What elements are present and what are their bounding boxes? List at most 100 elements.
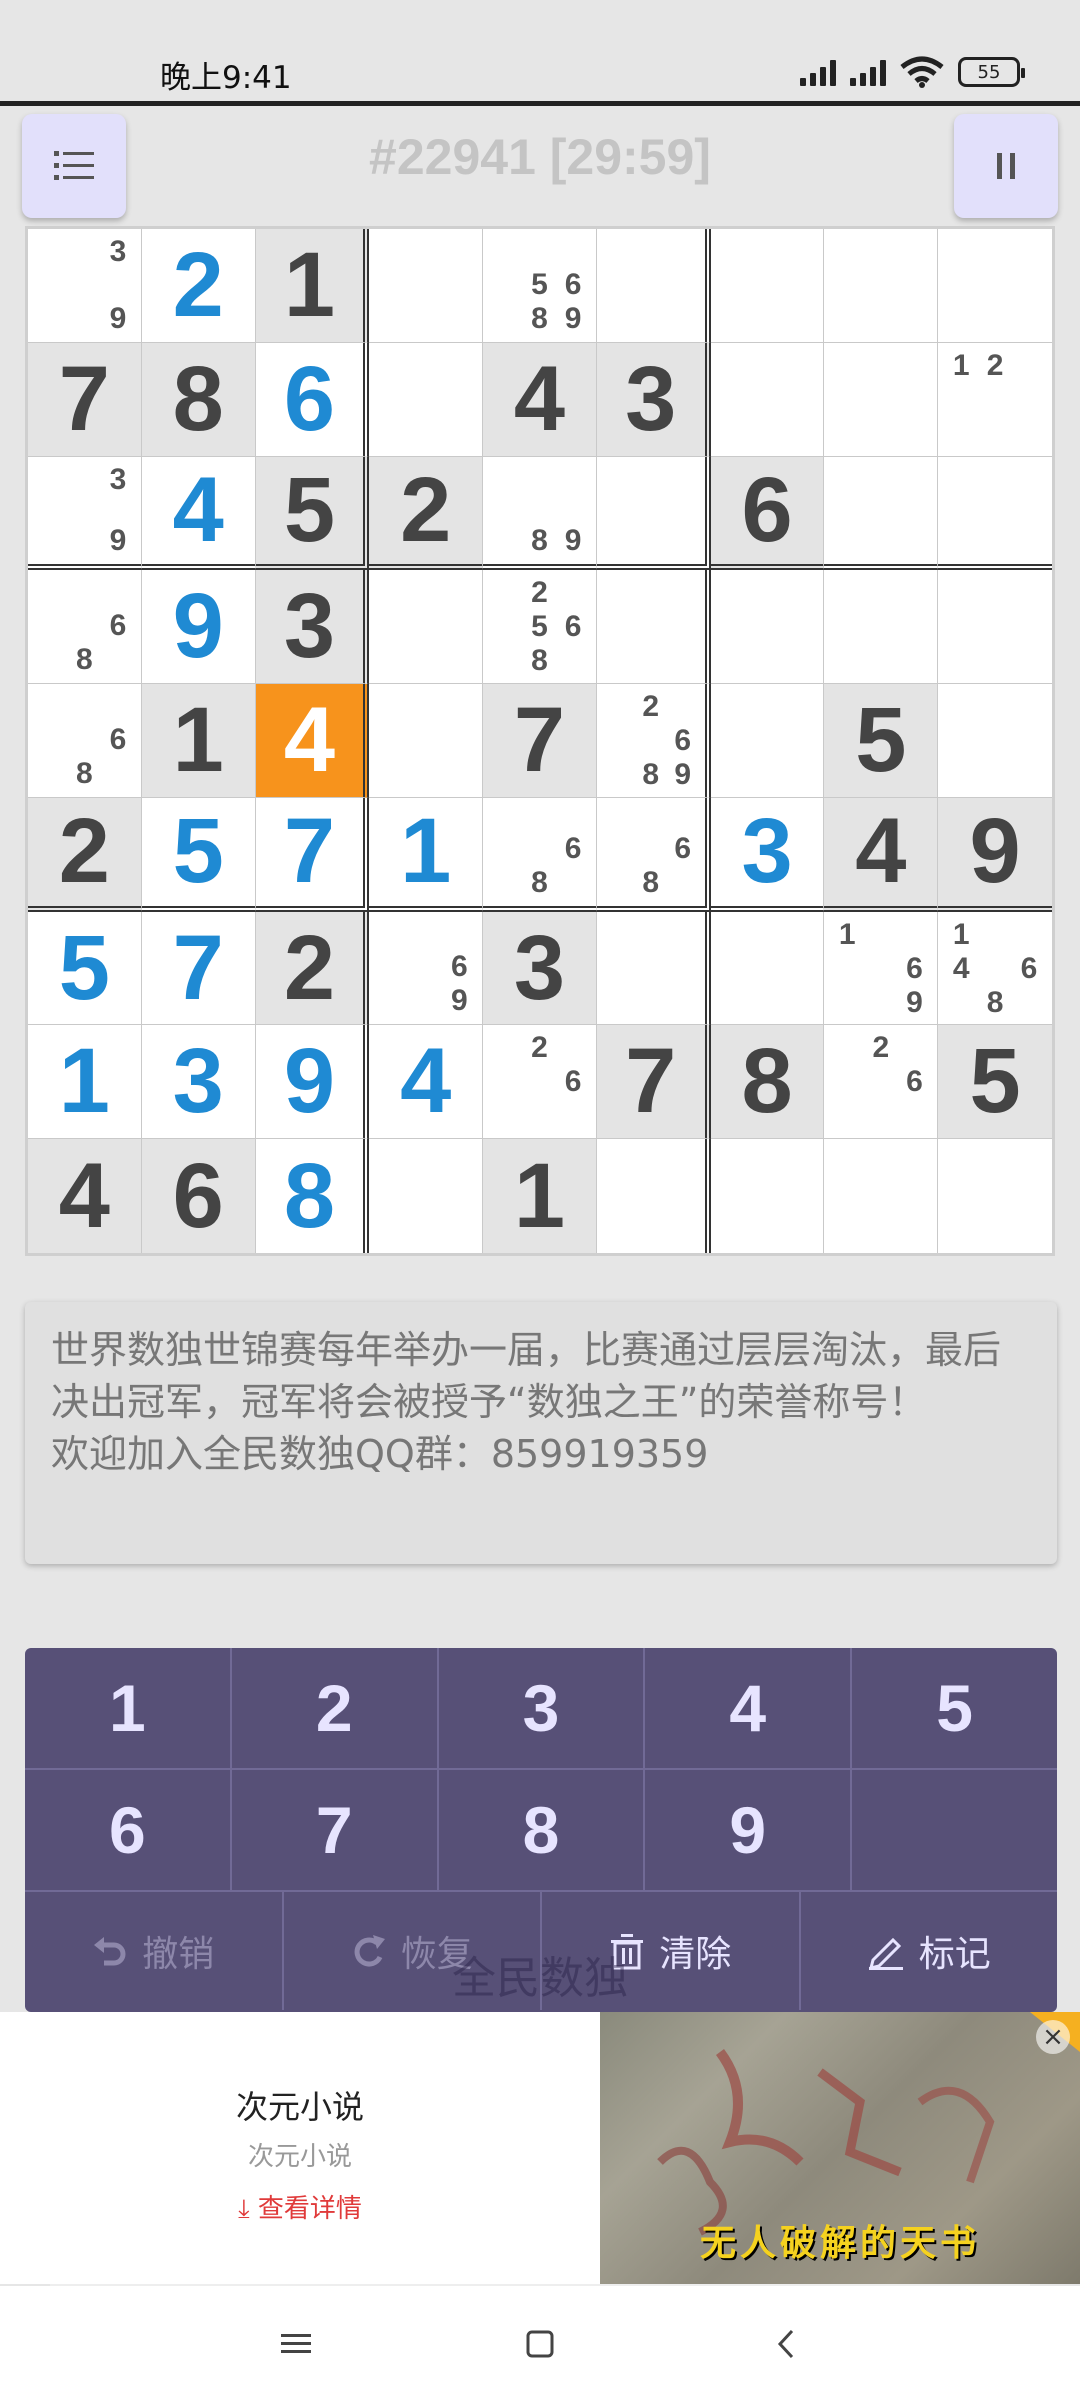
cell-r9c1[interactable]: 4: [28, 1139, 142, 1253]
cell-r3c9[interactable]: [938, 457, 1052, 571]
key-4[interactable]: 4: [645, 1648, 853, 1768]
cell-r8c1[interactable]: 1: [28, 1025, 142, 1140]
cell-r2c5[interactable]: 4: [483, 342, 597, 457]
key-1[interactable]: 1: [25, 1648, 232, 1768]
key-9[interactable]: 9: [645, 1770, 853, 1890]
cell-r7c8[interactable]: 1 69: [824, 911, 939, 1026]
cell-r5c3[interactable]: 4: [255, 684, 370, 798]
cell-r8c7[interactable]: 8: [710, 1025, 825, 1140]
ad-image[interactable]: 无人破解的天书 ×: [600, 2012, 1080, 2284]
cell-r4c9[interactable]: [938, 570, 1052, 685]
cell-r1c9[interactable]: [938, 229, 1052, 343]
cell-r8c3[interactable]: 9: [255, 1025, 370, 1140]
cell-r4c3[interactable]: 3: [255, 570, 370, 685]
cell-r7c6[interactable]: [596, 911, 711, 1026]
cell-r6c9[interactable]: 9: [938, 797, 1052, 912]
cell-r4c8[interactable]: [824, 570, 939, 685]
cell-r4c1[interactable]: 68: [28, 570, 142, 685]
cell-r6c2[interactable]: 5: [141, 797, 256, 912]
cell-r7c7[interactable]: [710, 911, 825, 1026]
undo-button[interactable]: 撤销: [25, 1892, 284, 2010]
pause-button[interactable]: [954, 114, 1058, 218]
cell-r3c1[interactable]: 39: [28, 456, 142, 571]
back-button[interactable]: [756, 2322, 816, 2366]
cell-r4c4[interactable]: [369, 570, 484, 685]
cell-r3c2[interactable]: 4: [141, 456, 256, 571]
key-3[interactable]: 3: [439, 1648, 646, 1768]
cell-r2c9[interactable]: 12: [938, 343, 1052, 457]
cell-r6c6[interactable]: 68: [596, 797, 711, 912]
cell-r6c7[interactable]: 3: [710, 797, 825, 912]
cell-r8c4[interactable]: 4: [369, 1025, 484, 1140]
cell-r7c5[interactable]: 3: [483, 911, 597, 1026]
cell-r4c2[interactable]: 9: [141, 570, 256, 685]
cell-r3c4[interactable]: 2: [369, 456, 484, 571]
cell-r5c6[interactable]: 2689: [596, 684, 711, 798]
cell-r9c4[interactable]: [369, 1139, 484, 1253]
cell-r1c8[interactable]: [824, 229, 939, 343]
cell-r3c5[interactable]: 89: [483, 456, 597, 571]
cell-r6c5[interactable]: 68: [483, 797, 597, 912]
cell-r2c6[interactable]: 3: [596, 342, 711, 457]
cell-r7c1[interactable]: 5: [28, 911, 142, 1026]
cell-r5c9[interactable]: [938, 684, 1052, 798]
key-5[interactable]: 5: [852, 1648, 1057, 1768]
cell-r9c6[interactable]: [597, 1139, 711, 1253]
cell-r2c1[interactable]: 7: [28, 342, 142, 457]
cell-r3c8[interactable]: [824, 456, 939, 571]
cell-r1c4[interactable]: [369, 229, 484, 343]
cell-r1c2[interactable]: 2: [141, 229, 256, 343]
cell-r9c5[interactable]: 1: [483, 1139, 597, 1253]
cell-r2c8[interactable]: [824, 342, 939, 457]
cell-r5c5[interactable]: 7: [483, 684, 597, 798]
cell-r3c7[interactable]: 6: [710, 456, 825, 571]
cell-r4c7[interactable]: [710, 570, 825, 685]
cell-r5c1[interactable]: 68: [28, 684, 142, 798]
cell-r2c2[interactable]: 8: [141, 342, 256, 457]
cell-r8c2[interactable]: 3: [141, 1025, 256, 1140]
cell-r3c3[interactable]: 5: [255, 456, 370, 571]
cell-r8c5[interactable]: 26: [483, 1025, 597, 1140]
cell-r2c3[interactable]: 6: [255, 342, 370, 457]
cell-r6c8[interactable]: 4: [824, 797, 939, 912]
cell-r6c4[interactable]: 1: [369, 797, 484, 912]
cell-r1c1[interactable]: 39: [28, 229, 142, 343]
key-2[interactable]: 2: [232, 1648, 439, 1768]
cell-r4c6[interactable]: [596, 570, 711, 685]
ad-banner[interactable]: 次元小说 次元小说 ⤓ 查看详情 无人破解的天书 ×: [0, 2012, 1080, 2284]
recents-button[interactable]: [266, 2322, 326, 2366]
cell-r1c5[interactable]: 5689: [483, 229, 597, 343]
cell-r8c8[interactable]: 26: [824, 1025, 939, 1140]
close-icon[interactable]: ×: [1036, 2020, 1070, 2054]
cell-r1c3[interactable]: 1: [255, 229, 370, 343]
cell-r8c6[interactable]: 7: [596, 1025, 711, 1140]
key-8[interactable]: 8: [439, 1770, 646, 1890]
cell-r2c4[interactable]: [369, 342, 484, 457]
cell-r6c1[interactable]: 2: [28, 797, 142, 912]
key-7[interactable]: 7: [232, 1770, 439, 1890]
cell-r5c4[interactable]: [369, 684, 484, 798]
cell-r1c7[interactable]: [710, 229, 825, 343]
cell-r9c8[interactable]: [824, 1139, 939, 1253]
cell-r8c9[interactable]: 5: [938, 1025, 1052, 1140]
cell-r3c6[interactable]: [596, 456, 711, 571]
cell-r1c6[interactable]: [596, 229, 711, 343]
cell-r7c3[interactable]: 2: [255, 911, 370, 1026]
cell-r7c9[interactable]: 14 68: [938, 912, 1052, 1026]
cell-r9c9[interactable]: [938, 1139, 1052, 1253]
cell-r5c2[interactable]: 1: [141, 684, 256, 798]
cell-r2c7[interactable]: [710, 342, 825, 457]
cell-r9c3[interactable]: 8: [256, 1139, 370, 1253]
cell-r7c4[interactable]: 69: [369, 911, 484, 1026]
cell-r5c8[interactable]: 5: [824, 684, 939, 798]
cell-r9c7[interactable]: [711, 1139, 825, 1253]
cell-r5c7[interactable]: [710, 684, 825, 798]
menu-button[interactable]: [22, 114, 126, 218]
mark-button[interactable]: 标记: [801, 1892, 1058, 2010]
cell-r7c2[interactable]: 7: [141, 911, 256, 1026]
cell-r6c3[interactable]: 7: [255, 797, 370, 912]
ad-details-link[interactable]: ⤓ 查看详情: [0, 2188, 600, 2225]
home-button[interactable]: [510, 2322, 570, 2366]
cell-r9c2[interactable]: 6: [141, 1139, 256, 1253]
cell-r4c5[interactable]: 2568: [483, 570, 597, 685]
